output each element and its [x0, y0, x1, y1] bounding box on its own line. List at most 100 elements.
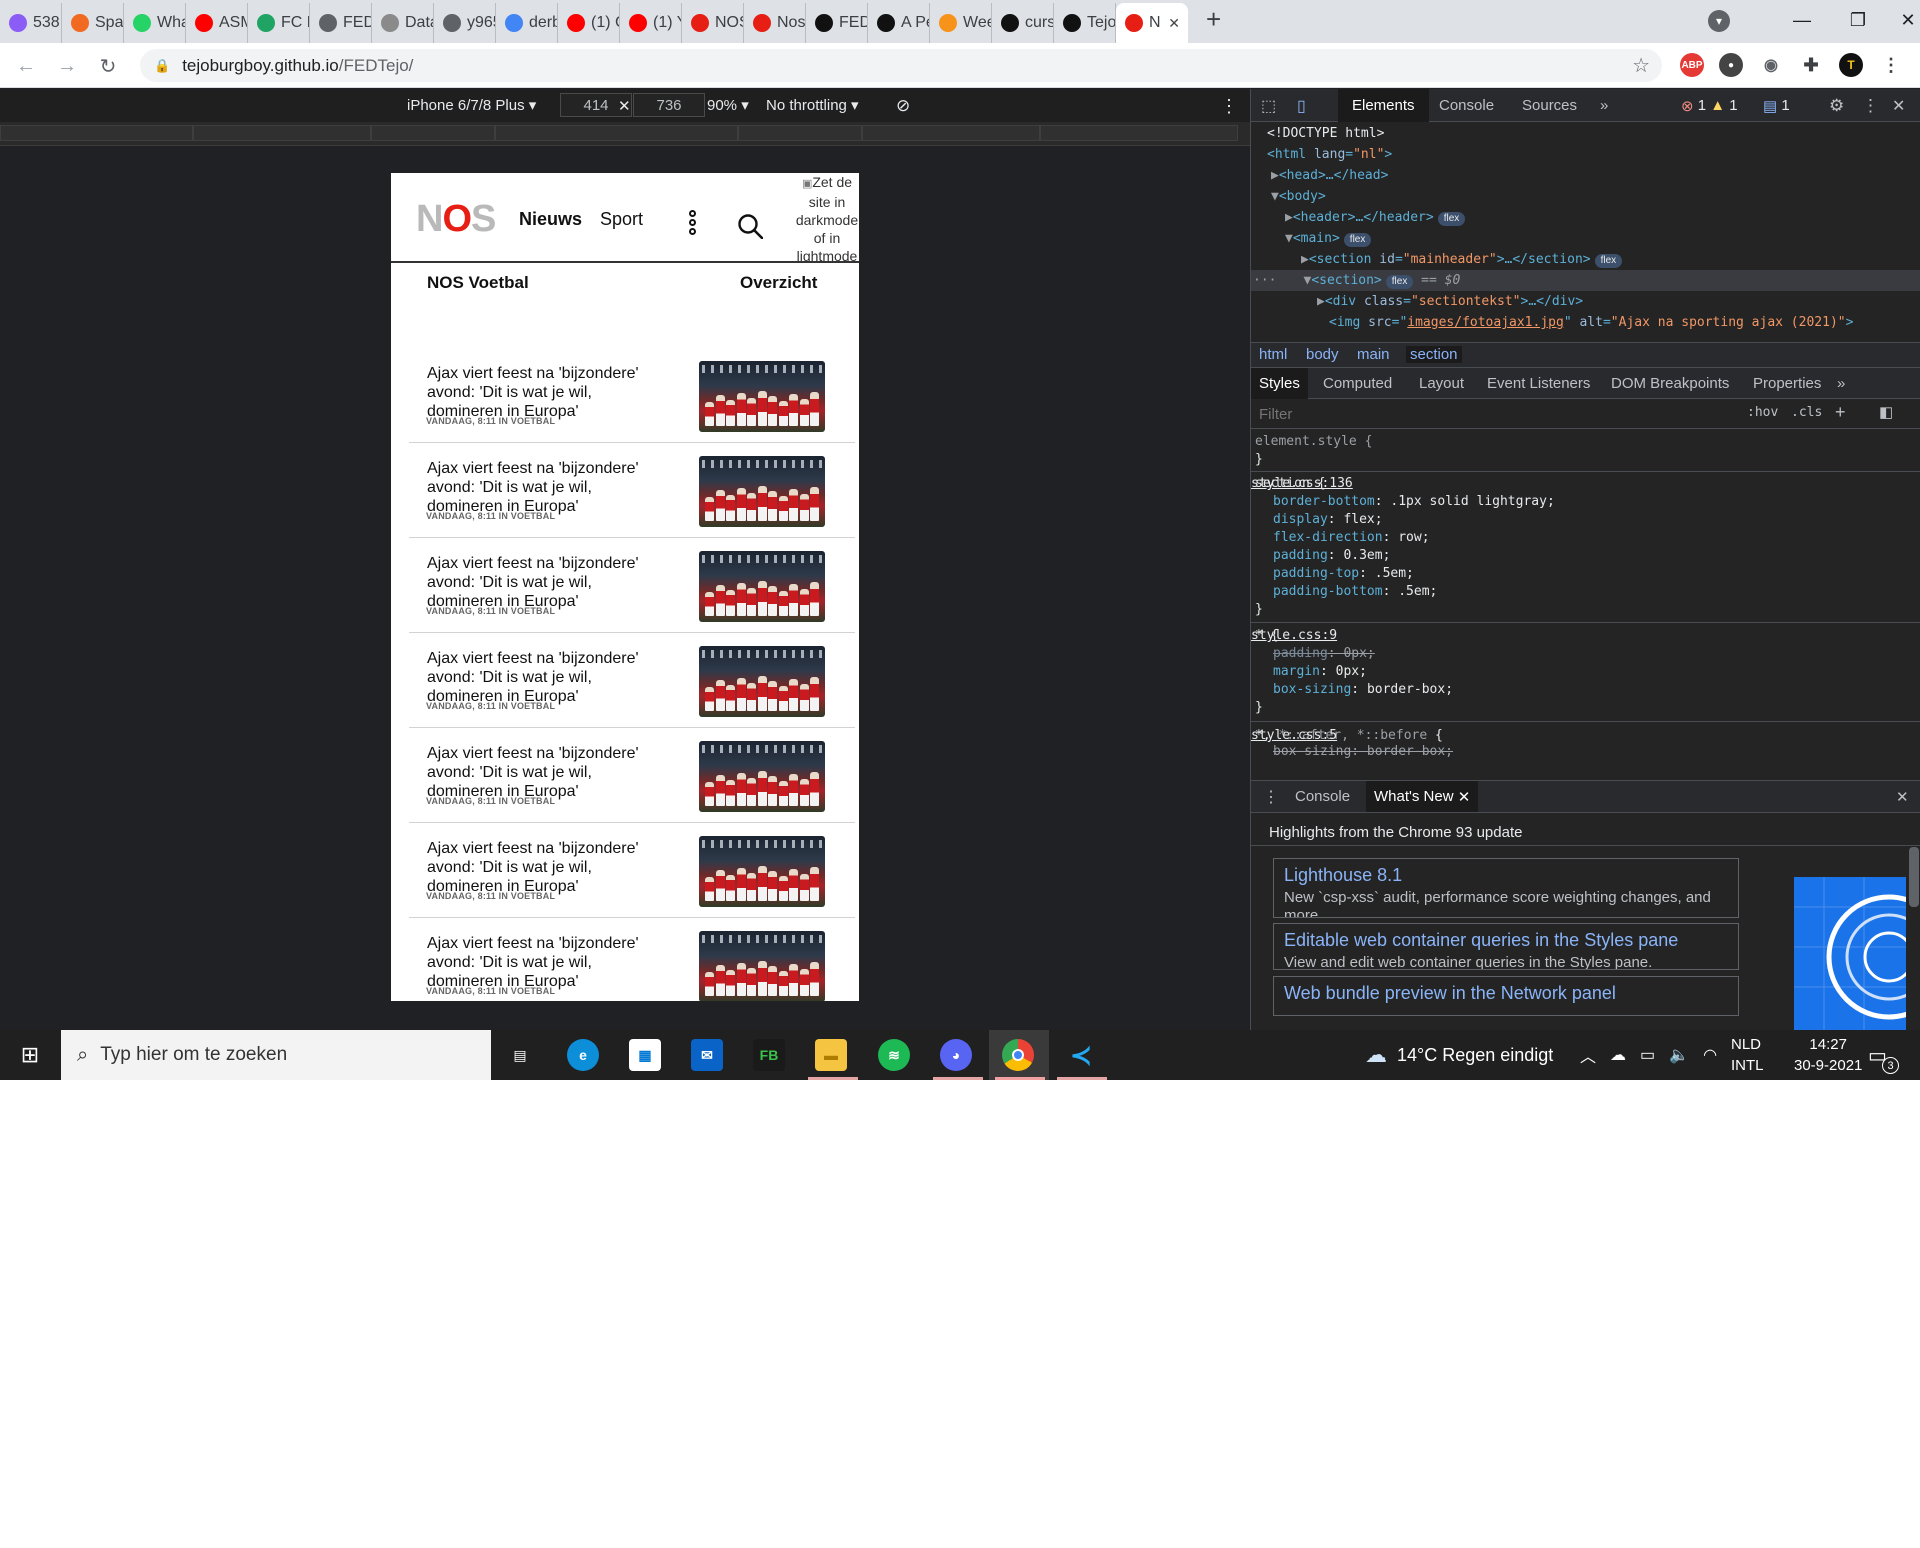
darkmode-toggle-image[interactable]: ▣Zet de site in darkmode of in lightmode: [795, 173, 859, 261]
puzzle-extensions-icon[interactable]: ✚: [1799, 53, 1823, 77]
issue-counter[interactable]: ⊗ 1 ▲ 1: [1675, 89, 1744, 122]
css-property-value[interactable]: 0px;: [1343, 646, 1374, 661]
css-property-value[interactable]: .5em;: [1375, 566, 1414, 581]
browser-tab[interactable]: TejoE: [1054, 3, 1116, 43]
browser-tab[interactable]: FED 2: [310, 3, 372, 43]
css-property-value[interactable]: .1px solid lightgray;: [1390, 494, 1554, 509]
chevron-up-icon[interactable]: ︿: [1580, 1043, 1596, 1067]
chrome-icon[interactable]: [1002, 1039, 1034, 1071]
dom-node-section-mainheader[interactable]: ▶<section id="mainheader">…</section> fle…: [1251, 249, 1920, 270]
new-tab-button[interactable]: +: [1206, 4, 1221, 35]
article-item[interactable]: Ajax viert feest na 'bijzondere' avond: …: [409, 728, 855, 823]
card-title[interactable]: Web bundle preview in the Network panel: [1284, 983, 1728, 1004]
browser-tab[interactable]: (1) Yo: [620, 3, 682, 43]
css-property-name[interactable]: padding: [1273, 548, 1328, 563]
browser-menu-icon[interactable]: ⋮: [1879, 53, 1903, 77]
dom-node-div[interactable]: ▶<div class="sectiontekst">…</div>: [1251, 291, 1920, 312]
section-source-link[interactable]: style.css:136: [1251, 475, 1903, 493]
drawer-menu-icon[interactable]: ⋮: [1263, 787, 1279, 807]
article-title[interactable]: Ajax viert feest na 'bijzondere' avond: …: [427, 744, 667, 801]
tab-elements[interactable]: Elements: [1338, 89, 1429, 122]
tab-computed[interactable]: Computed: [1315, 368, 1400, 399]
dom-node-head[interactable]: ▶<head>…</head>: [1251, 165, 1920, 186]
breadcrumb-main[interactable]: main: [1357, 346, 1390, 363]
back-button[interactable]: ←: [12, 52, 40, 80]
more-subtabs-icon[interactable]: »: [1829, 368, 1853, 399]
search-icon[interactable]: [737, 213, 763, 239]
browser-tab[interactable]: y965: [434, 3, 496, 43]
element-style-selector[interactable]: element.style {: [1255, 433, 1372, 451]
css-property-value[interactable]: .5em;: [1398, 584, 1437, 599]
tab-styles[interactable]: Styles: [1251, 368, 1308, 399]
article-title[interactable]: Ajax viert feest na 'bijzondere' avond: …: [427, 459, 667, 516]
close-tab-icon[interactable]: ✕: [1458, 788, 1471, 806]
wifi-icon[interactable]: ◠: [1703, 1045, 1717, 1065]
nav-sport[interactable]: Sport: [600, 209, 643, 230]
article-title[interactable]: Ajax viert feest na 'bijzondere' avond: …: [427, 364, 667, 421]
ruler-segment[interactable]: [862, 125, 1040, 141]
drawer-tab-console[interactable]: Console: [1295, 788, 1350, 805]
card-title[interactable]: Editable web container queries in the St…: [1284, 930, 1728, 951]
css-property-name[interactable]: padding-bottom: [1273, 584, 1383, 599]
browser-tab[interactable]: Weel: [930, 3, 992, 43]
article-item[interactable]: Ajax viert feest na 'bijzondere' avond: …: [409, 348, 855, 443]
overridden-box-sizing[interactable]: box-sizing: border-box;: [1273, 743, 1453, 761]
article-title[interactable]: Ajax viert feest na 'bijzondere' avond: …: [427, 554, 667, 611]
collapse-arrow-icon[interactable]: ▼: [1251, 189, 1279, 204]
tab-layout[interactable]: Layout: [1411, 368, 1472, 399]
mail-icon[interactable]: ✉: [691, 1039, 723, 1071]
dom-node-html[interactable]: <html lang="nl">: [1251, 144, 1920, 165]
css-property-value[interactable]: 0px;: [1336, 664, 1367, 679]
css-property[interactable]: display: flex;: [1273, 511, 1383, 529]
css-property[interactable]: flex-direction: row;: [1273, 529, 1430, 547]
ruler-segment[interactable]: [738, 125, 862, 141]
css-property-name[interactable]: box-sizing: [1273, 682, 1351, 697]
browser-tab[interactable]: A Pe: [868, 3, 930, 43]
sidebar-toggle-icon[interactable]: ◧: [1879, 403, 1893, 421]
notification-center[interactable]: ▭ 3: [1868, 1030, 1899, 1080]
article-thumbnail[interactable]: [699, 456, 825, 527]
whats-new-card[interactable]: Lighthouse 8.1 New `csp-xss` audit, perfo…: [1273, 858, 1739, 918]
css-property[interactable]: margin: 0px;: [1273, 663, 1367, 681]
task-view-icon[interactable]: ▤: [504, 1039, 536, 1071]
more-menu-icon[interactable]: [689, 210, 697, 240]
battery-icon[interactable]: ▭: [1640, 1045, 1655, 1065]
store-icon[interactable]: ▦: [629, 1039, 661, 1071]
flex-badge[interactable]: flex: [1343, 233, 1372, 247]
browser-tab[interactable]: What: [124, 3, 186, 43]
drawer-tab-whats-new[interactable]: What's New ✕: [1366, 781, 1479, 812]
browser-tab[interactable]: NOS: [682, 3, 744, 43]
css-property-name[interactable]: flex-direction: [1273, 530, 1383, 545]
ruler-segment[interactable]: [0, 125, 193, 141]
settings-gear-icon[interactable]: ⚙: [1821, 89, 1852, 122]
css-property-name[interactable]: border-bottom: [1273, 494, 1375, 509]
language-indicator[interactable]: NLD INTL: [1731, 1030, 1764, 1080]
browser-tab[interactable]: FC Ba: [248, 3, 310, 43]
css-property-name[interactable]: padding: [1273, 646, 1328, 661]
article-thumbnail[interactable]: [699, 741, 825, 812]
browser-tab[interactable]: derb: [496, 3, 558, 43]
dom-node-body[interactable]: ▼<body>: [1251, 186, 1920, 207]
tab-dom-breakpoints[interactable]: DOM Breakpoints: [1603, 368, 1737, 399]
close-window-button[interactable]: ✕: [1880, 0, 1920, 40]
article-thumbnail[interactable]: [699, 551, 825, 622]
tray-icons[interactable]: ︿ ☁ ▭ 🔈 ◠: [1580, 1030, 1717, 1080]
hov-toggle[interactable]: :hov: [1747, 405, 1778, 420]
close-tab-icon[interactable]: ✕: [1168, 15, 1180, 32]
flex-badge[interactable]: flex: [1594, 254, 1623, 268]
ruler-segment[interactable]: [495, 125, 738, 141]
tab-event-listeners[interactable]: Event Listeners: [1479, 368, 1598, 399]
expand-arrow-icon[interactable]: ▶: [1251, 210, 1293, 225]
tab-search-button[interactable]: ▾: [1708, 10, 1730, 32]
css-property[interactable]: padding-bottom: .5em;: [1273, 583, 1437, 601]
article-thumbnail[interactable]: [699, 646, 825, 717]
expand-arrow-icon[interactable]: ▶: [1251, 294, 1325, 309]
article-thumbnail[interactable]: [699, 361, 825, 432]
whats-new-card[interactable]: Web bundle preview in the Network panel: [1273, 976, 1739, 1016]
css-property[interactable]: padding-top: .5em;: [1273, 565, 1414, 583]
tab-sources[interactable]: Sources: [1508, 89, 1591, 122]
article-item[interactable]: Ajax viert feest na 'bijzondere' avond: …: [409, 538, 855, 633]
flex-badge[interactable]: flex: [1385, 275, 1414, 289]
article-item[interactable]: Ajax viert feest na 'bijzondere' avond: …: [409, 918, 855, 1001]
whats-new-card[interactable]: Editable web container queries in the St…: [1273, 923, 1739, 970]
